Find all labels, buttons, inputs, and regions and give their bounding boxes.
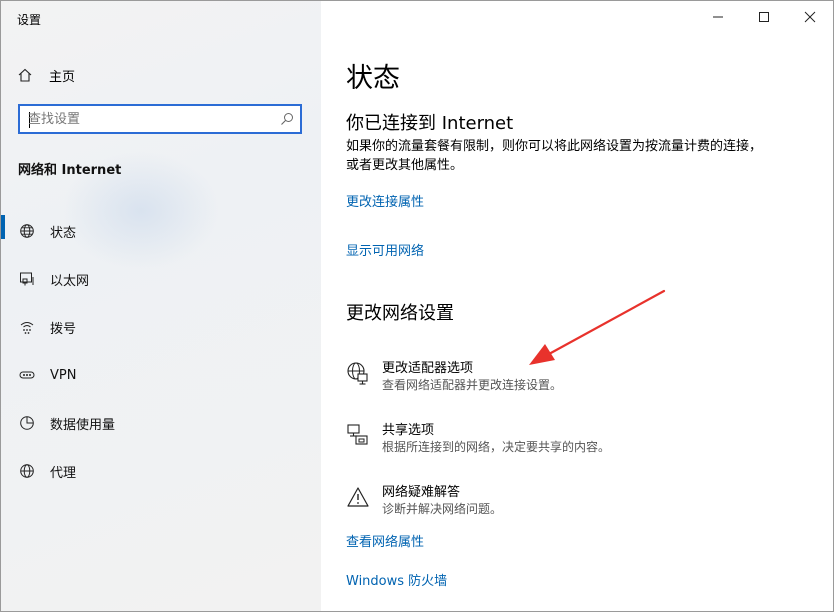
proxy-globe-icon xyxy=(19,463,35,479)
sidebar-nav: 状态 以太网 拨号 VPN 数据使用量 代理 xyxy=(1,207,321,495)
sharing-icon xyxy=(347,424,368,445)
view-network-properties-link[interactable]: 查看网络属性 xyxy=(346,531,424,550)
sidebar-item-label: 以太网 xyxy=(50,273,90,289)
sidebar-item-label: 数据使用量 xyxy=(50,417,116,433)
search-input[interactable] xyxy=(28,110,268,128)
vpn-icon xyxy=(19,367,35,383)
maximize-icon xyxy=(759,12,769,22)
sidebar-item-label: 拨号 xyxy=(50,321,77,337)
sidebar-item-label: 状态 xyxy=(50,225,77,241)
option-troubleshoot[interactable]: 网络疑难解答 诊断并解决网络问题。 xyxy=(346,481,786,521)
option-subtitle: 查看网络适配器并更改连接设置。 xyxy=(382,378,563,392)
dialup-icon xyxy=(19,319,35,335)
option-title: 共享选项 xyxy=(382,423,435,438)
option-title: 更改适配器选项 xyxy=(382,361,474,376)
search-icon[interactable] xyxy=(280,112,294,126)
section-label: 网络和 Internet xyxy=(18,163,122,178)
sidebar-item-data-usage[interactable]: 数据使用量 xyxy=(1,399,321,447)
settings-window: 设置 主页 网络和 Internet 状态 xyxy=(0,0,834,612)
sidebar-item-proxy[interactable]: 代理 xyxy=(1,447,321,495)
sidebar-item-dialup[interactable]: 拨号 xyxy=(1,303,321,351)
globe-icon xyxy=(19,223,35,239)
ethernet-icon xyxy=(19,271,35,287)
search-box[interactable] xyxy=(18,104,302,134)
sidebar-item-vpn[interactable]: VPN xyxy=(1,351,321,399)
show-available-networks-link[interactable]: 显示可用网络 xyxy=(346,240,424,259)
close-button[interactable] xyxy=(787,1,833,33)
change-network-settings-heading: 更改网络设置 xyxy=(346,303,454,324)
adapter-icon xyxy=(347,362,368,385)
option-subtitle: 诊断并解决网络问题。 xyxy=(382,502,503,516)
option-title: 网络疑难解答 xyxy=(382,485,461,500)
minimize-button[interactable] xyxy=(695,1,741,33)
option-sharing[interactable]: 共享选项 根据所连接到的网络，决定要共享的内容。 xyxy=(346,419,786,459)
close-icon xyxy=(804,11,816,23)
connected-description: 如果你的流量套餐有限制，则你可以将此网络设置为按流量计费的连接，或者更改其他属性… xyxy=(346,139,763,173)
windows-firewall-link[interactable]: Windows 防火墙 xyxy=(346,570,447,589)
option-subtitle: 根据所连接到的网络，决定要共享的内容。 xyxy=(382,440,611,454)
sidebar: 设置 主页 网络和 Internet 状态 xyxy=(1,1,321,611)
annotation-arrow xyxy=(529,289,666,365)
page-title: 状态 xyxy=(346,63,400,94)
maximize-button[interactable] xyxy=(741,1,787,33)
data-usage-icon xyxy=(19,415,35,431)
minimize-icon xyxy=(713,16,723,18)
sidebar-item-ethernet[interactable]: 以太网 xyxy=(1,255,321,303)
sidebar-item-label: VPN xyxy=(50,367,77,383)
sidebar-home-label: 主页 xyxy=(49,69,76,85)
sidebar-item-status[interactable]: 状态 xyxy=(1,207,321,255)
connected-heading: 你已连接到 Internet xyxy=(346,113,514,134)
home-icon xyxy=(17,67,33,83)
sidebar-item-label: 代理 xyxy=(50,465,77,481)
warning-icon xyxy=(347,487,369,507)
sidebar-home[interactable]: 主页 xyxy=(17,63,75,87)
change-connection-properties-link[interactable]: 更改连接属性 xyxy=(346,191,424,210)
window-title: 设置 xyxy=(17,13,42,27)
